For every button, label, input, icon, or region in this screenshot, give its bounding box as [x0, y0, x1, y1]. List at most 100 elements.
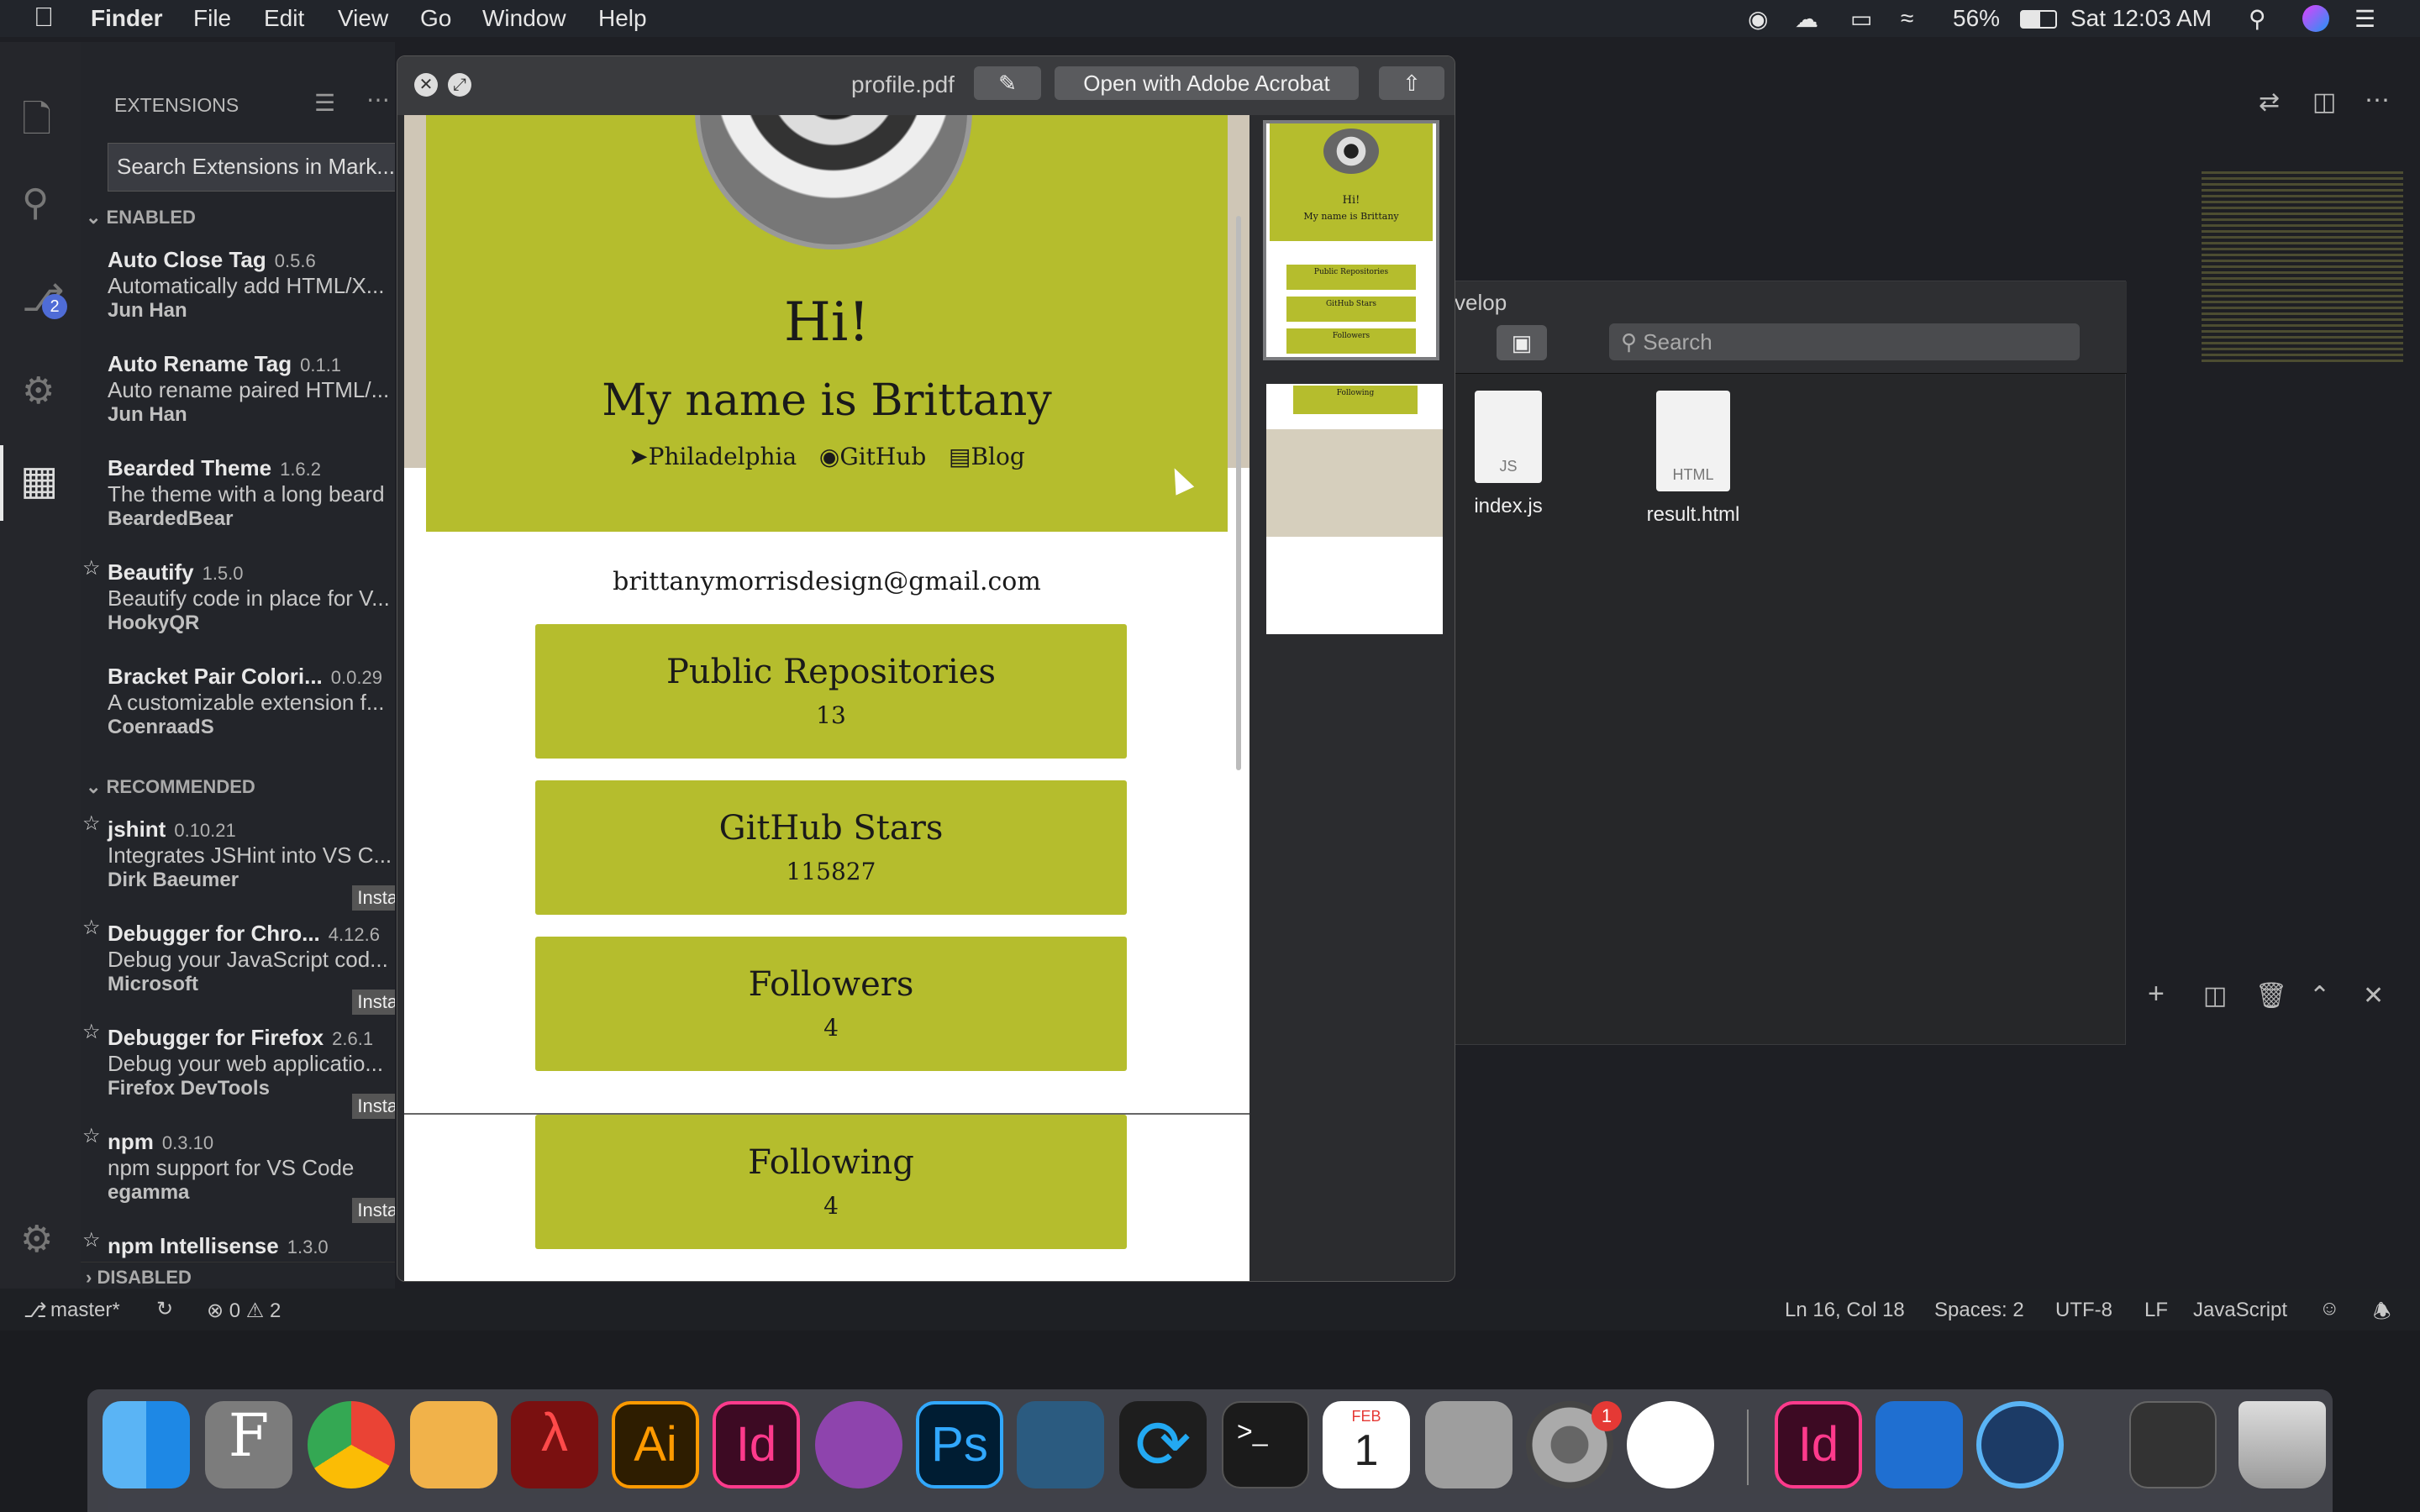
apple-icon[interactable]: : [34, 2, 54, 33]
thumbnail-page-2[interactable]: Following: [1266, 384, 1443, 634]
battery-percent[interactable]: 56%: [1953, 5, 2000, 32]
ext-item[interactable]: npm 0.3.10 npm support for VS Code egamma In…: [108, 1129, 395, 1223]
disabled-header[interactable]: › DISABLED: [86, 1267, 192, 1289]
clear-extensions-icon[interactable]: ☰: [314, 89, 335, 117]
language-mode[interactable]: JavaScript: [2193, 1299, 2287, 1322]
link-github[interactable]: GitHub: [839, 443, 926, 470]
file-result-html[interactable]: HTML result.html: [1634, 391, 1752, 527]
ext-item[interactable]: Beautify 1.5.0 Beautify code in place for …: [108, 559, 390, 635]
ext-item[interactable]: npm Intellisense 1.3.0: [108, 1233, 329, 1259]
ext-item[interactable]: Bearded Theme 1.6.2 The theme with a long …: [108, 455, 385, 531]
quicktime-dock-icon[interactable]: [1976, 1401, 2064, 1488]
install-button[interactable]: Instal: [352, 1094, 395, 1119]
split-editor-icon[interactable]: ◫: [2312, 87, 2336, 117]
install-button[interactable]: Instal: [352, 1198, 395, 1223]
share-icon[interactable]: ⇧: [1379, 66, 1444, 100]
cursor-position[interactable]: Ln 16, Col 18: [1785, 1299, 1905, 1322]
more-icon[interactable]: ⋯: [366, 86, 390, 113]
ext-item[interactable]: Auto Close Tag 0.5.6 Automatically add HTM…: [108, 247, 384, 323]
encoding[interactable]: UTF-8: [2055, 1299, 2112, 1322]
branch-name[interactable]: master*: [50, 1299, 120, 1322]
minimap[interactable]: [2202, 171, 2403, 365]
blog-icon: ▤: [949, 443, 971, 470]
enabled-header[interactable]: ⌄ ENABLED: [86, 207, 196, 228]
ext-item[interactable]: Auto Rename Tag 0.1.1 Auto rename paired H…: [108, 351, 389, 427]
siri-icon[interactable]: [2302, 5, 2329, 32]
calendar-dock-icon[interactable]: FEB 1: [1323, 1401, 1410, 1488]
menu-window[interactable]: Window: [482, 5, 566, 32]
spotlight-icon[interactable]: ⚲: [2249, 5, 2266, 33]
github-desktop-dock-icon[interactable]: [815, 1401, 902, 1488]
open-with-acrobat-button[interactable]: Open with Adobe Acrobat: [1055, 66, 1359, 100]
menu-clock[interactable]: Sat 12:03 AM: [2070, 5, 2212, 32]
battery-icon[interactable]: [2020, 10, 2057, 29]
menu-edit[interactable]: Edit: [264, 5, 304, 32]
menu-go[interactable]: Go: [420, 5, 451, 32]
debug-icon[interactable]: ⚙: [22, 370, 55, 412]
indesign-doc-dock-icon[interactable]: Id: [1775, 1401, 1862, 1488]
split-terminal-icon[interactable]: ◫: [2203, 981, 2227, 1011]
link-blog[interactable]: Blog: [971, 443, 1024, 470]
preview-dock-icon[interactable]: [410, 1401, 497, 1488]
ext-item[interactable]: Bracket Pair Colori... 0.0.29 A customizab…: [108, 664, 385, 739]
photoshop-dock-icon[interactable]: Ps: [916, 1401, 1003, 1488]
notification-center-icon[interactable]: ☰: [2354, 5, 2375, 33]
pdf-page[interactable]: Hi! My name is Brittany ➤Philadelphia ◉G…: [404, 115, 1249, 1281]
close-icon[interactable]: ✕: [414, 73, 438, 97]
xcode-dock-icon[interactable]: [1876, 1401, 1963, 1488]
explorer-icon[interactable]: 🗋: [22, 92, 51, 155]
maximize-panel-icon[interactable]: ⌃: [2309, 981, 2330, 1011]
install-button[interactable]: Instal: [352, 885, 395, 911]
errors-indicator[interactable]: ⊗ 0 ⚠ 2: [207, 1299, 281, 1323]
sync-icon[interactable]: ↻: [156, 1297, 173, 1321]
trash-icon[interactable]: 🗑: [2255, 981, 2287, 1011]
indentation[interactable]: Spaces: 2: [1934, 1299, 2024, 1322]
terminal-dock-icon[interactable]: >_: [1222, 1401, 1309, 1488]
font-book-dock-icon[interactable]: F: [205, 1401, 292, 1488]
downloads-stack-dock-icon[interactable]: [2129, 1401, 2217, 1488]
ext-item[interactable]: Debugger for Firefox 2.6.1 Debug your web …: [108, 1025, 395, 1119]
trash-dock-icon[interactable]: [2238, 1401, 2326, 1488]
extensions-icon[interactable]: ▦: [20, 457, 58, 504]
line-ending[interactable]: LF: [2144, 1299, 2168, 1322]
bell-icon[interactable]: 🕭: [2373, 1297, 2391, 1331]
menu-view[interactable]: View: [338, 5, 388, 32]
mysql-workbench-dock-icon[interactable]: [1017, 1401, 1104, 1488]
markup-icon[interactable]: ✎: [974, 66, 1041, 100]
menu-app-name[interactable]: Finder: [91, 5, 163, 32]
ext-item[interactable]: jshint 0.10.21 Integrates JSHint into VS C…: [108, 816, 395, 911]
slack-dock-icon[interactable]: [1627, 1401, 1714, 1488]
vscode-dock-icon[interactable]: ⟳: [1119, 1401, 1207, 1488]
open-changes-icon[interactable]: ⇄: [2259, 87, 2280, 117]
acrobat-dock-icon[interactable]: λ: [511, 1401, 598, 1488]
settings-gear-icon[interactable]: ⚙: [20, 1218, 53, 1261]
creative-cloud-icon[interactable]: ☁: [1795, 5, 1818, 33]
menu-help[interactable]: Help: [598, 5, 647, 32]
close-panel-icon[interactable]: ✕: [2363, 981, 2384, 1011]
link-location[interactable]: Philadelphia: [649, 443, 797, 470]
file-index-js[interactable]: JS index.js: [1466, 391, 1550, 518]
menu-file[interactable]: File: [193, 5, 231, 32]
search-icon[interactable]: ⚲: [22, 181, 49, 224]
extensions-search-input[interactable]: Search Extensions in Mark...: [108, 143, 395, 192]
new-terminal-icon[interactable]: +: [2148, 978, 2165, 1011]
stat-card-repos: Public Repositories 13: [535, 624, 1127, 759]
feedback-icon[interactable]: ☺: [2319, 1297, 2340, 1320]
more-actions-icon[interactable]: ⋯: [2365, 86, 2390, 115]
indesign-dock-icon[interactable]: Id: [713, 1401, 800, 1488]
airplay-icon[interactable]: ▭: [1850, 5, 1872, 33]
finder-dock-icon[interactable]: [103, 1401, 190, 1488]
thumbnail-page-1[interactable]: Hi! My name is Brittany Public Repositor…: [1263, 120, 1439, 360]
calculator-dock-icon[interactable]: [1425, 1401, 1512, 1488]
fullscreen-icon[interactable]: ⤢: [448, 73, 471, 97]
illustrator-dock-icon[interactable]: Ai: [612, 1401, 699, 1488]
chrome-dock-icon[interactable]: [308, 1401, 395, 1488]
install-button[interactable]: Instal: [352, 990, 395, 1015]
tag-button[interactable]: ▣: [1497, 325, 1547, 360]
pdf-scrollbar[interactable]: [1236, 216, 1241, 770]
ext-item[interactable]: Debugger for Chro... 4.12.6 Debug your Jav…: [108, 921, 395, 1015]
finder-search-input[interactable]: ⚲ Search: [1609, 323, 2080, 360]
wifi-icon[interactable]: ≈: [1901, 5, 1913, 32]
recommended-header[interactable]: ⌄ RECOMMENDED: [86, 776, 255, 798]
record-icon[interactable]: ◉: [1748, 5, 1768, 33]
